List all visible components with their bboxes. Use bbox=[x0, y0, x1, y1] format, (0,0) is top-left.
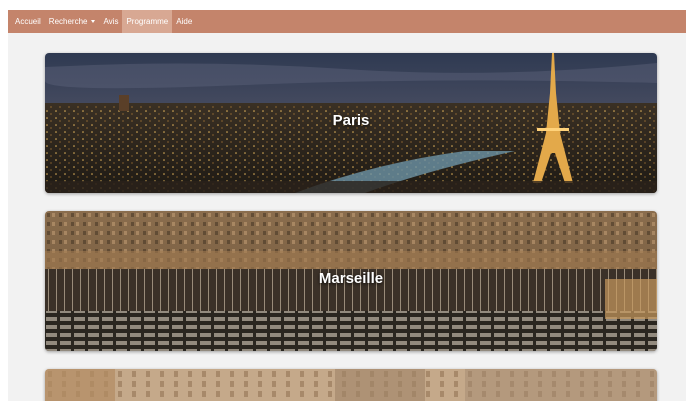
nav-item-label: Accueil bbox=[15, 17, 41, 26]
city-card-paris[interactable]: Paris bbox=[45, 53, 657, 193]
card-title: Marseille bbox=[318, 270, 384, 287]
card-title: Paris bbox=[332, 112, 370, 129]
page-frame: Accueil Recherche Avis Programme Aide Pa… bbox=[8, 10, 686, 401]
nav-item-aide[interactable]: Aide bbox=[172, 10, 196, 33]
nav-item-programme[interactable]: Programme bbox=[122, 10, 173, 33]
nav-item-accueil[interactable]: Accueil bbox=[8, 10, 45, 33]
nav-item-avis[interactable]: Avis bbox=[99, 10, 122, 33]
nav-item-label: Avis bbox=[103, 17, 119, 26]
nav-item-label: Programme bbox=[126, 17, 169, 26]
city-card-marseille[interactable]: Marseille bbox=[45, 211, 657, 351]
city-card-partial[interactable] bbox=[45, 369, 657, 401]
nav-item-label: Aide bbox=[176, 17, 193, 26]
nav-item-label: Recherche bbox=[48, 17, 88, 26]
city-image-partial bbox=[45, 369, 657, 401]
nav-item-recherche-dropdown[interactable]: Recherche bbox=[45, 10, 100, 33]
caret-down-icon bbox=[91, 20, 96, 23]
top-navbar: Accueil Recherche Avis Programme Aide bbox=[8, 10, 686, 33]
